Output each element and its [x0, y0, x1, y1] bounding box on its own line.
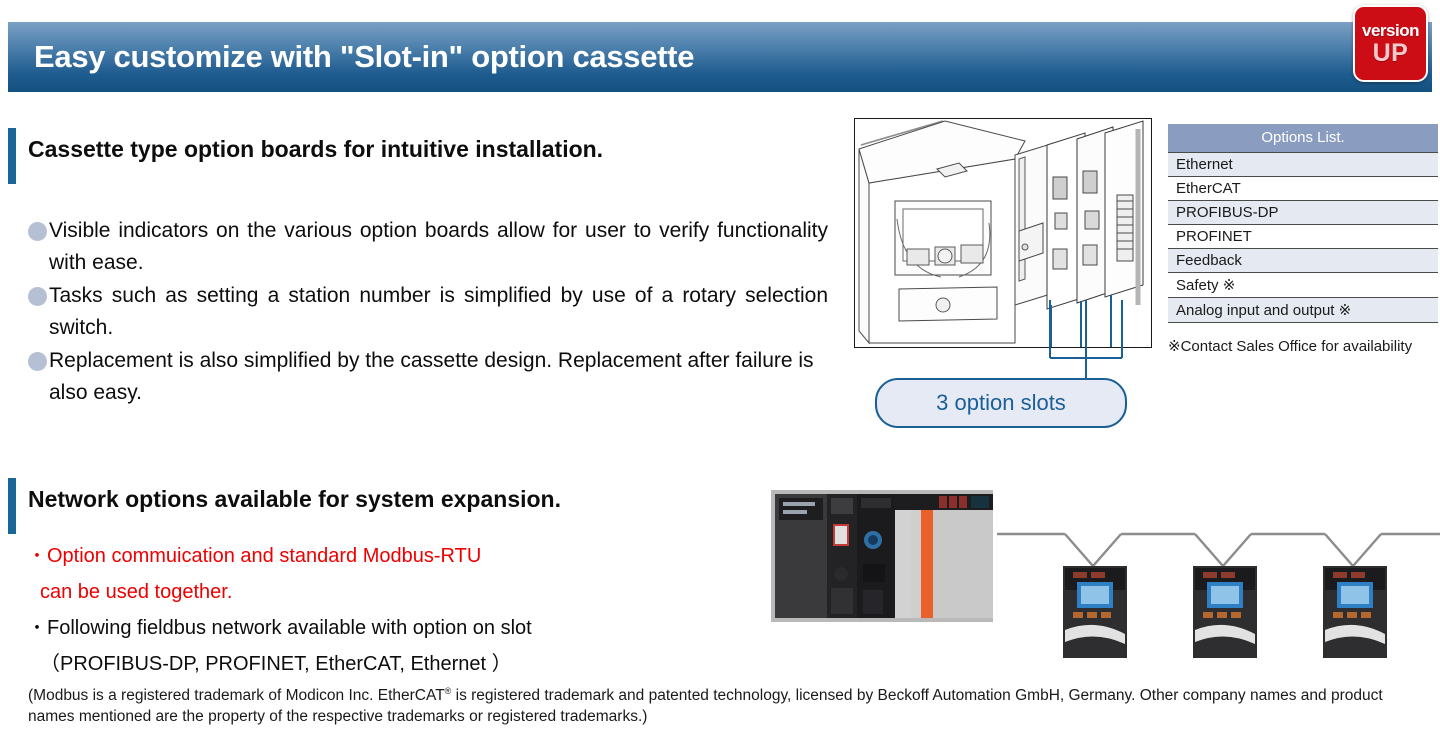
network-line-text: （PROFIBUS-DP, PROFINET, EtherCAT, Ethern… [40, 653, 512, 675]
network-bus-line [997, 532, 1440, 568]
bullet-circle-icon [28, 222, 47, 241]
option-name: PROFINET [1168, 224, 1438, 249]
list-item: Visible indicators on the various option… [28, 215, 828, 279]
options-list-header: Options List. [1168, 124, 1438, 153]
network-line: can be used together. [28, 574, 728, 610]
connector-lines [1049, 300, 1123, 382]
option-name: EtherCAT [1168, 176, 1438, 201]
list-item-text: Replacement is also simplified by the ca… [49, 349, 814, 404]
table-row: PROFIBUS-DP [1168, 200, 1438, 225]
trademark-footnote: (Modbus is a registered trademark of Mod… [28, 681, 1418, 727]
table-row: Feedback [1168, 248, 1438, 273]
section2-text-list: ・Option commuication and standard Modbus… [28, 538, 728, 682]
network-topology-diagram [765, 478, 1440, 686]
options-list-table: Options List. Ethernet EtherCAT PROFIBUS… [1168, 124, 1438, 323]
page-title: Easy customize with "Slot-in" option cas… [34, 39, 695, 74]
table-header-row: Options List. [1168, 124, 1438, 153]
table-row: Analog input and output ※ [1168, 297, 1438, 323]
page-header-banner: Easy customize with "Slot-in" option cas… [8, 22, 1432, 92]
version-badge-line1: version [1362, 20, 1419, 40]
option-name: Ethernet [1168, 152, 1438, 177]
list-item-text: Tasks such as setting a station number i… [49, 284, 828, 339]
option-slots-callout-text: 3 option slots [936, 390, 1066, 415]
drive-unit [1063, 566, 1127, 686]
table-row: Safety ※ [1168, 272, 1438, 298]
slot-callout-connector [1040, 300, 1150, 382]
network-line: ・Option commuication and standard Modbus… [28, 538, 728, 574]
network-line-text: can be used together. [40, 581, 233, 603]
option-name: Analog input and output ※ [1168, 297, 1438, 323]
bullet-circle-icon [28, 352, 47, 371]
network-line: ・Following fieldbus network available wi… [28, 610, 728, 646]
drive-unit [1193, 566, 1257, 686]
option-slots-callout: 3 option slots [875, 378, 1127, 428]
table-row: EtherCAT [1168, 176, 1438, 201]
list-item-text: Visible indicators on the various option… [49, 219, 828, 274]
section1-accent-bar [8, 128, 16, 184]
version-badge-line2: UP [1372, 38, 1409, 67]
table-row: PROFINET [1168, 224, 1438, 249]
version-up-badge: version UP [1353, 5, 1428, 82]
option-name: Safety ※ [1168, 272, 1438, 298]
network-diagram-graphic [771, 490, 1440, 686]
bullet-circle-icon [28, 287, 47, 306]
list-item: Tasks such as setting a station number i… [28, 280, 828, 344]
list-item: Replacement is also simplified by the ca… [28, 345, 828, 409]
bullet-dot-icon: ・ [28, 546, 46, 566]
bullet-dot-icon: ・ [28, 618, 46, 638]
section2-accent-bar [8, 478, 16, 534]
option-name: Feedback [1168, 248, 1438, 273]
drive-unit [1323, 566, 1387, 686]
network-line-text: Following fieldbus network available wit… [47, 617, 532, 639]
section2-heading: Network options available for system exp… [28, 486, 561, 512]
option-name: PROFIBUS-DP [1168, 200, 1438, 225]
network-line: （PROFIBUS-DP, PROFINET, EtherCAT, Ethern… [28, 646, 728, 682]
network-line-text: Option commuication and standard Modbus-… [47, 545, 482, 567]
options-list-note: ※Contact Sales Office for availability [1168, 338, 1413, 355]
table-row: Ethernet [1168, 152, 1438, 177]
plc-rack-image [771, 490, 993, 622]
section1-bullet-list: Visible indicators on the various option… [28, 215, 828, 410]
footnote-part1: (Modbus is a registered trademark of Mod… [28, 687, 445, 705]
section1-heading: Cassette type option boards for intuitiv… [28, 136, 604, 162]
